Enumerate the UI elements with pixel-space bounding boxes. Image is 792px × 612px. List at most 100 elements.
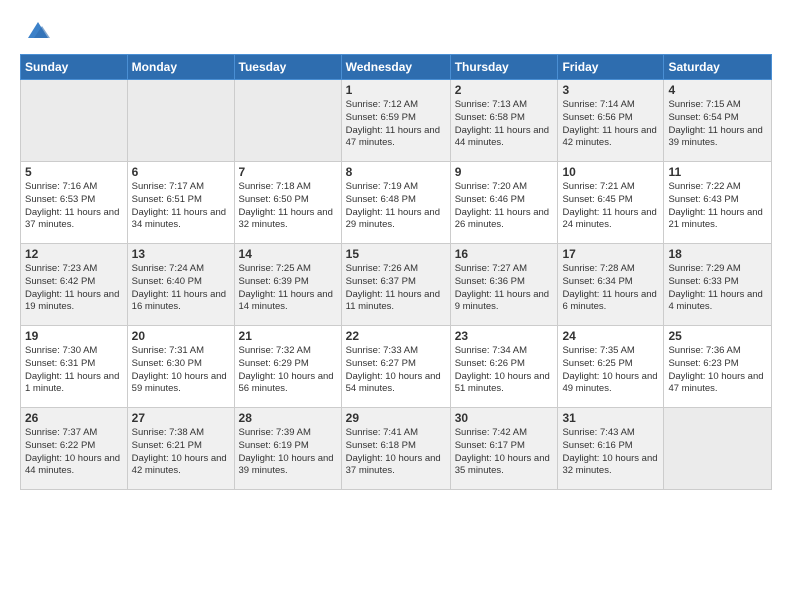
day-info: Sunrise: 7:35 AM Sunset: 6:25 PM Dayligh… bbox=[562, 345, 659, 396]
calendar-header-monday: Monday bbox=[127, 55, 234, 80]
calendar-day-cell bbox=[21, 80, 128, 162]
calendar-header-saturday: Saturday bbox=[664, 55, 772, 80]
day-number: 7 bbox=[239, 165, 337, 179]
calendar-day-cell: 9 Sunrise: 7:20 AM Sunset: 6:46 PM Daylig… bbox=[450, 162, 558, 244]
calendar-day-cell: 29 Sunrise: 7:41 AM Sunset: 6:18 PM Dayli… bbox=[341, 408, 450, 490]
day-info: Sunrise: 7:39 AM Sunset: 6:19 PM Dayligh… bbox=[239, 427, 337, 478]
day-number: 15 bbox=[346, 247, 446, 261]
calendar-header-tuesday: Tuesday bbox=[234, 55, 341, 80]
calendar-day-cell: 26 Sunrise: 7:37 AM Sunset: 6:22 PM Dayli… bbox=[21, 408, 128, 490]
calendar-day-cell bbox=[664, 408, 772, 490]
calendar-day-cell: 5 Sunrise: 7:16 AM Sunset: 6:53 PM Daylig… bbox=[21, 162, 128, 244]
day-info: Sunrise: 7:20 AM Sunset: 6:46 PM Dayligh… bbox=[455, 181, 554, 232]
day-info: Sunrise: 7:15 AM Sunset: 6:54 PM Dayligh… bbox=[668, 99, 767, 150]
day-number: 11 bbox=[668, 165, 767, 179]
day-info: Sunrise: 7:18 AM Sunset: 6:50 PM Dayligh… bbox=[239, 181, 337, 232]
calendar-week-row: 26 Sunrise: 7:37 AM Sunset: 6:22 PM Dayli… bbox=[21, 408, 772, 490]
day-info: Sunrise: 7:37 AM Sunset: 6:22 PM Dayligh… bbox=[25, 427, 123, 478]
day-number: 8 bbox=[346, 165, 446, 179]
calendar-day-cell: 14 Sunrise: 7:25 AM Sunset: 6:39 PM Dayli… bbox=[234, 244, 341, 326]
day-number: 21 bbox=[239, 329, 337, 343]
page: SundayMondayTuesdayWednesdayThursdayFrid… bbox=[0, 0, 792, 612]
day-number: 5 bbox=[25, 165, 123, 179]
day-info: Sunrise: 7:12 AM Sunset: 6:59 PM Dayligh… bbox=[346, 99, 446, 150]
calendar-week-row: 19Sunrise: 7:30 AM Sunset: 6:31 PM Dayli… bbox=[21, 326, 772, 408]
calendar: SundayMondayTuesdayWednesdayThursdayFrid… bbox=[20, 54, 772, 490]
day-info: Sunrise: 7:30 AM Sunset: 6:31 PM Dayligh… bbox=[25, 345, 123, 396]
calendar-day-cell: 31 Sunrise: 7:43 AM Sunset: 6:16 PM Dayli… bbox=[558, 408, 664, 490]
day-info: Sunrise: 7:27 AM Sunset: 6:36 PM Dayligh… bbox=[455, 263, 554, 314]
day-info: Sunrise: 7:31 AM Sunset: 6:30 PM Dayligh… bbox=[132, 345, 230, 396]
day-info: Sunrise: 7:41 AM Sunset: 6:18 PM Dayligh… bbox=[346, 427, 446, 478]
logo-icon bbox=[24, 16, 52, 44]
calendar-header-row: SundayMondayTuesdayWednesdayThursdayFrid… bbox=[21, 55, 772, 80]
day-info: Sunrise: 7:43 AM Sunset: 6:16 PM Dayligh… bbox=[562, 427, 659, 478]
day-info: Sunrise: 7:38 AM Sunset: 6:21 PM Dayligh… bbox=[132, 427, 230, 478]
day-number: 17 bbox=[562, 247, 659, 261]
calendar-day-cell: 23Sunrise: 7:34 AM Sunset: 6:26 PM Dayli… bbox=[450, 326, 558, 408]
day-number: 20 bbox=[132, 329, 230, 343]
calendar-day-cell: 27 Sunrise: 7:38 AM Sunset: 6:21 PM Dayli… bbox=[127, 408, 234, 490]
calendar-day-cell: 3Sunrise: 7:14 AM Sunset: 6:56 PM Daylig… bbox=[558, 80, 664, 162]
calendar-day-cell bbox=[127, 80, 234, 162]
day-number: 22 bbox=[346, 329, 446, 343]
day-info: Sunrise: 7:23 AM Sunset: 6:42 PM Dayligh… bbox=[25, 263, 123, 314]
day-number: 2 bbox=[455, 83, 554, 97]
day-number: 6 bbox=[132, 165, 230, 179]
calendar-header-wednesday: Wednesday bbox=[341, 55, 450, 80]
calendar-week-row: 5 Sunrise: 7:16 AM Sunset: 6:53 PM Daylig… bbox=[21, 162, 772, 244]
calendar-header-friday: Friday bbox=[558, 55, 664, 80]
logo bbox=[20, 16, 52, 44]
calendar-day-cell: 10 Sunrise: 7:21 AM Sunset: 6:45 PM Dayli… bbox=[558, 162, 664, 244]
day-info: Sunrise: 7:25 AM Sunset: 6:39 PM Dayligh… bbox=[239, 263, 337, 314]
day-info: Sunrise: 7:33 AM Sunset: 6:27 PM Dayligh… bbox=[346, 345, 446, 396]
day-number: 29 bbox=[346, 411, 446, 425]
calendar-day-cell: 8Sunrise: 7:19 AM Sunset: 6:48 PM Daylig… bbox=[341, 162, 450, 244]
day-info: Sunrise: 7:21 AM Sunset: 6:45 PM Dayligh… bbox=[562, 181, 659, 232]
calendar-week-row: 12 Sunrise: 7:23 AM Sunset: 6:42 PM Dayli… bbox=[21, 244, 772, 326]
calendar-week-row: 1 Sunrise: 7:12 AM Sunset: 6:59 PM Daylig… bbox=[21, 80, 772, 162]
day-info: Sunrise: 7:29 AM Sunset: 6:33 PM Dayligh… bbox=[668, 263, 767, 314]
header bbox=[20, 16, 772, 44]
calendar-day-cell: 18 Sunrise: 7:29 AM Sunset: 6:33 PM Dayli… bbox=[664, 244, 772, 326]
calendar-day-cell: 20 Sunrise: 7:31 AM Sunset: 6:30 PM Dayli… bbox=[127, 326, 234, 408]
day-info: Sunrise: 7:16 AM Sunset: 6:53 PM Dayligh… bbox=[25, 181, 123, 232]
day-info: Sunrise: 7:22 AM Sunset: 6:43 PM Dayligh… bbox=[668, 181, 767, 232]
day-number: 27 bbox=[132, 411, 230, 425]
day-info: Sunrise: 7:13 AM Sunset: 6:58 PM Dayligh… bbox=[455, 99, 554, 150]
calendar-day-cell: 19Sunrise: 7:30 AM Sunset: 6:31 PM Dayli… bbox=[21, 326, 128, 408]
calendar-day-cell: 17 Sunrise: 7:28 AM Sunset: 6:34 PM Dayli… bbox=[558, 244, 664, 326]
day-number: 10 bbox=[562, 165, 659, 179]
calendar-day-cell: 12 Sunrise: 7:23 AM Sunset: 6:42 PM Dayli… bbox=[21, 244, 128, 326]
calendar-header-sunday: Sunday bbox=[21, 55, 128, 80]
calendar-day-cell: 25Sunrise: 7:36 AM Sunset: 6:23 PM Dayli… bbox=[664, 326, 772, 408]
day-number: 30 bbox=[455, 411, 554, 425]
calendar-day-cell: 2 Sunrise: 7:13 AM Sunset: 6:58 PM Daylig… bbox=[450, 80, 558, 162]
day-info: Sunrise: 7:32 AM Sunset: 6:29 PM Dayligh… bbox=[239, 345, 337, 396]
day-number: 26 bbox=[25, 411, 123, 425]
day-number: 25 bbox=[668, 329, 767, 343]
calendar-day-cell: 13 Sunrise: 7:24 AM Sunset: 6:40 PM Dayli… bbox=[127, 244, 234, 326]
calendar-day-cell: 1 Sunrise: 7:12 AM Sunset: 6:59 PM Daylig… bbox=[341, 80, 450, 162]
day-number: 24 bbox=[562, 329, 659, 343]
day-number: 9 bbox=[455, 165, 554, 179]
day-info: Sunrise: 7:34 AM Sunset: 6:26 PM Dayligh… bbox=[455, 345, 554, 396]
day-info: Sunrise: 7:17 AM Sunset: 6:51 PM Dayligh… bbox=[132, 181, 230, 232]
calendar-day-cell: 24 Sunrise: 7:35 AM Sunset: 6:25 PM Dayli… bbox=[558, 326, 664, 408]
calendar-day-cell: 22 Sunrise: 7:33 AM Sunset: 6:27 PM Dayli… bbox=[341, 326, 450, 408]
day-number: 31 bbox=[562, 411, 659, 425]
day-number: 28 bbox=[239, 411, 337, 425]
calendar-day-cell: 6 Sunrise: 7:17 AM Sunset: 6:51 PM Daylig… bbox=[127, 162, 234, 244]
day-info: Sunrise: 7:42 AM Sunset: 6:17 PM Dayligh… bbox=[455, 427, 554, 478]
calendar-day-cell: 28 Sunrise: 7:39 AM Sunset: 6:19 PM Dayli… bbox=[234, 408, 341, 490]
day-number: 18 bbox=[668, 247, 767, 261]
day-number: 13 bbox=[132, 247, 230, 261]
day-info: Sunrise: 7:28 AM Sunset: 6:34 PM Dayligh… bbox=[562, 263, 659, 314]
day-number: 1 bbox=[346, 83, 446, 97]
day-number: 12 bbox=[25, 247, 123, 261]
day-info: Sunrise: 7:26 AM Sunset: 6:37 PM Dayligh… bbox=[346, 263, 446, 314]
calendar-day-cell: 30 Sunrise: 7:42 AM Sunset: 6:17 PM Dayli… bbox=[450, 408, 558, 490]
day-info: Sunrise: 7:24 AM Sunset: 6:40 PM Dayligh… bbox=[132, 263, 230, 314]
day-info: Sunrise: 7:14 AM Sunset: 6:56 PM Dayligh… bbox=[562, 99, 659, 150]
day-number: 14 bbox=[239, 247, 337, 261]
